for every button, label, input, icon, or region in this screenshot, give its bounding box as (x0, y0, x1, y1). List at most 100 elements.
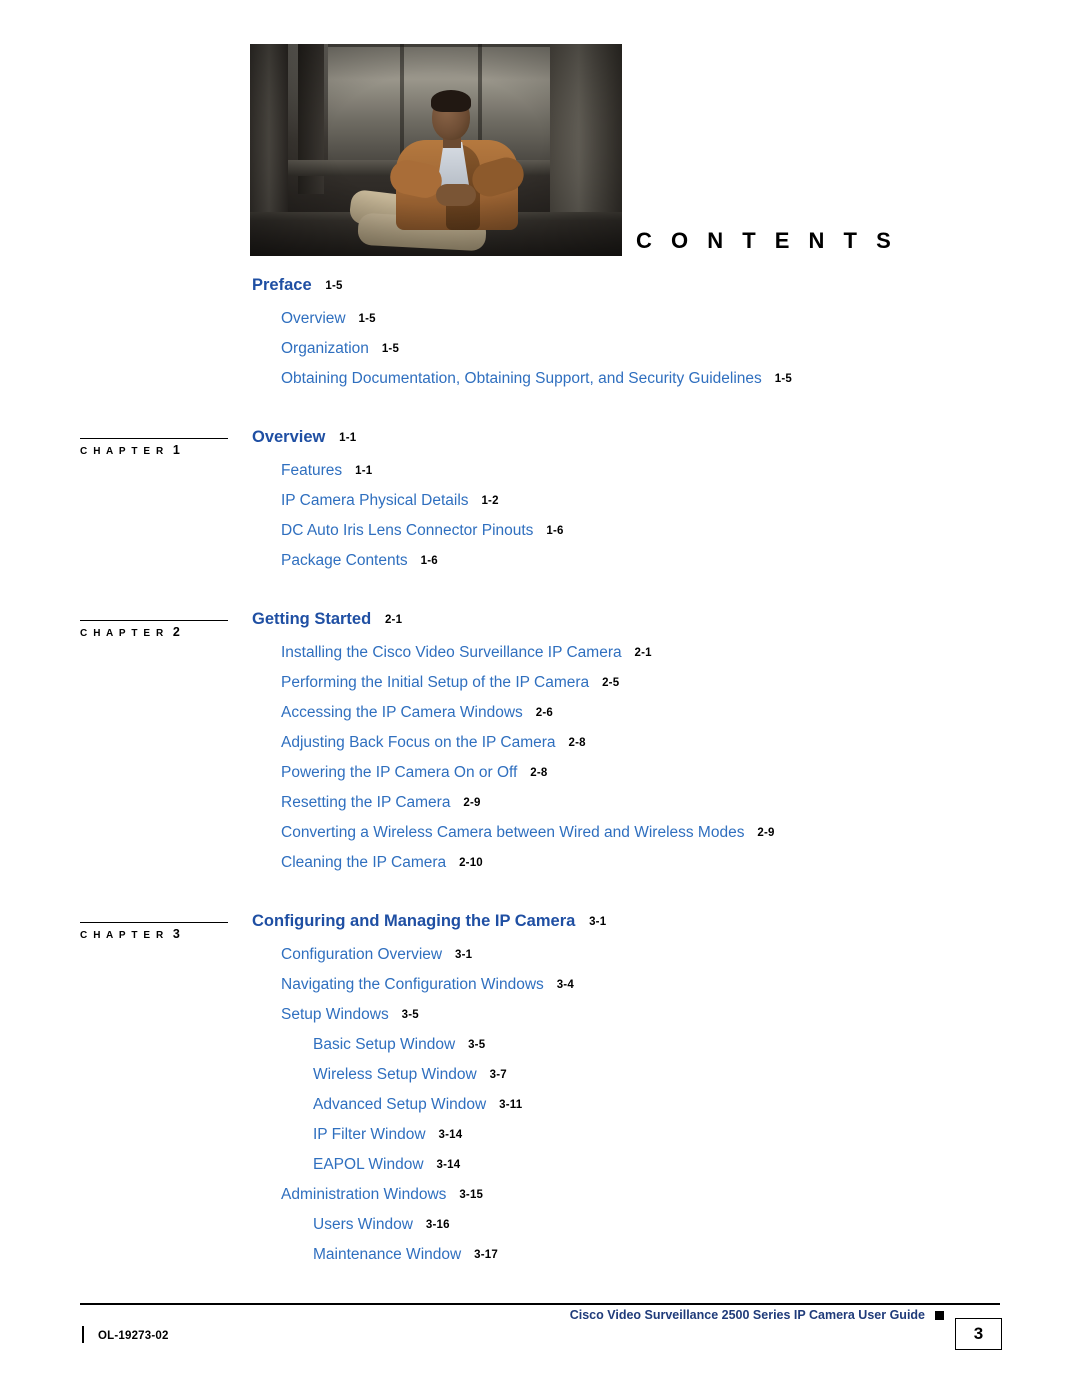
toc-entry[interactable]: Installing the Cisco Video Surveillance … (281, 644, 1080, 662)
toc-entry[interactable]: Package Contents 1-6 (281, 552, 1080, 570)
toc-entry[interactable]: Cleaning the IP Camera 2-10 (281, 854, 1080, 872)
toc-entry[interactable]: Converting a Wireless Camera between Wir… (281, 824, 1080, 842)
toc-entry[interactable]: Maintenance Window 3-17 (313, 1246, 1080, 1264)
toc-entry-label: Navigating the Configuration Windows (281, 976, 544, 993)
toc-entry-spacer (389, 1006, 402, 1023)
toc-entry-spacer (486, 1096, 499, 1113)
toc-entry-label: Wireless Setup Window (313, 1066, 477, 1083)
toc-entry-spacer (424, 1156, 437, 1173)
toc-entry[interactable]: Obtaining Documentation, Obtaining Suppo… (281, 370, 1080, 388)
toc-entry[interactable]: Administration Windows 3-15 (281, 1186, 1080, 1204)
toc-entry-label: Users Window (313, 1216, 413, 1233)
toc-entry-spacer (413, 1216, 426, 1233)
toc-entry[interactable]: IP Filter Window 3-14 (313, 1126, 1080, 1144)
toc-chapter-entry[interactable]: Configuring and Managing the IP Camera 3… (252, 912, 1080, 931)
toc-entry-page: 3-15 (459, 1189, 484, 1201)
toc-chapter-entry[interactable]: Getting Started 2-1 (252, 610, 1080, 629)
toc-entry-spacer (575, 912, 589, 930)
toc-chapter-entry[interactable]: Overview 1-1 (252, 428, 1080, 447)
toc-entry-page: 1-2 (481, 495, 499, 507)
toc-entry[interactable]: Performing the Initial Setup of the IP C… (281, 674, 1080, 692)
toc-chapter-entry[interactable]: Preface 1-5 (252, 276, 1080, 295)
toc-entry-label: Overview (252, 428, 326, 446)
toc-entry-page: 1-1 (339, 432, 357, 444)
toc-entry[interactable]: Resetting the IP Camera 2-9 (281, 794, 1080, 812)
chapter-marker-label: C H A P T E R (80, 930, 165, 941)
toc-entry[interactable]: IP Camera Physical Details 1-2 (281, 492, 1080, 510)
toc-entry-spacer (544, 976, 557, 993)
chapter-marker-label: C H A P T E R (80, 446, 165, 457)
toc-entry-label: Performing the Initial Setup of the IP C… (281, 674, 590, 691)
toc-entry-page: 3-5 (468, 1039, 486, 1051)
toc-entry-page: 2-8 (568, 737, 586, 749)
toc-entry-label: Package Contents (281, 552, 408, 569)
toc-entry-page: 1-5 (358, 313, 376, 325)
toc-entry-label: Converting a Wireless Camera between Wir… (281, 824, 745, 841)
toc-entry-label: Installing the Cisco Video Surveillance … (281, 644, 622, 661)
toc-entry-spacer (426, 1126, 439, 1143)
toc-entry[interactable]: Basic Setup Window 3-5 (313, 1036, 1080, 1054)
toc-entry-page: 1-1 (355, 465, 373, 477)
toc-entry-label: Basic Setup Window (313, 1036, 456, 1053)
toc-entry-label: IP Filter Window (313, 1126, 426, 1143)
toc-entry[interactable]: Advanced Setup Window 3-11 (313, 1096, 1080, 1114)
toc-entry-spacer (455, 1036, 468, 1053)
toc-entry[interactable]: Setup Windows 3-5 (281, 1006, 1080, 1024)
toc-entry-spacer (446, 854, 459, 871)
toc-entry[interactable]: DC Auto Iris Lens Connector Pinouts 1-6 (281, 522, 1080, 540)
toc-entry-page: 1-5 (774, 373, 792, 385)
chapter-marker: C H A P T E R 1 (80, 438, 228, 457)
toc-entry-spacer (450, 794, 463, 811)
toc-entry-label: Configuring and Managing the IP Camera (252, 912, 576, 930)
toc-entry-page: 3-16 (425, 1219, 450, 1231)
footer-marker (935, 1311, 944, 1320)
toc-entry[interactable]: Overview 1-5 (281, 310, 1080, 328)
footer-document-id: OL-19273-02 (98, 1330, 169, 1342)
toc-entry-label: Maintenance Window (313, 1246, 462, 1263)
toc-entry-label: Obtaining Documentation, Obtaining Suppo… (281, 370, 762, 387)
toc-entry-label: Configuration Overview (281, 946, 443, 963)
toc-entry-page: 3-14 (436, 1159, 461, 1171)
toc-entry-spacer (346, 310, 359, 327)
toc-entry-label: Getting Started (252, 610, 372, 628)
toc-entry-label: Adjusting Back Focus on the IP Camera (281, 734, 556, 751)
toc-entry-label: Administration Windows (281, 1186, 447, 1203)
toc-entry[interactable]: Features 1-1 (281, 462, 1080, 480)
toc-entry-page: 1-5 (325, 280, 343, 292)
toc-entry-spacer (369, 340, 382, 357)
toc-entry-page: 3-4 (556, 979, 574, 991)
toc-entry-page: 1-6 (546, 525, 564, 537)
toc-entry[interactable]: Configuration Overview 3-1 (281, 946, 1080, 964)
toc-entry[interactable]: Powering the IP Camera On or Off 2-8 (281, 764, 1080, 782)
toc-entry-spacer (442, 946, 455, 963)
toc-entry[interactable]: Navigating the Configuration Windows 3-4 (281, 976, 1080, 994)
toc-entry-spacer (446, 1186, 459, 1203)
table-of-contents: Preface 1-5 Overview 1-5 Organization 1-5 O… (0, 276, 1080, 1264)
toc-entry-page: 2-10 (459, 857, 483, 869)
footer-tick (82, 1326, 84, 1343)
toc-entry-spacer (523, 704, 536, 721)
toc-entry-spacer (477, 1066, 490, 1083)
photo-vignette (250, 44, 622, 256)
page-title: C O N T E N T S (636, 228, 898, 253)
toc-entry-spacer (517, 764, 530, 781)
toc-entry-page: 2-6 (535, 707, 553, 719)
toc-entry-spacer (533, 522, 546, 539)
toc-entry-spacer (589, 674, 602, 691)
toc-entry[interactable]: Organization 1-5 (281, 340, 1080, 358)
toc-entry-spacer (469, 492, 482, 509)
toc-entry[interactable]: Users Window 3-16 (313, 1216, 1080, 1234)
toc-entry-spacer (556, 734, 569, 751)
toc-entry-spacer (312, 276, 326, 294)
toc-entry[interactable]: Wireless Setup Window 3-7 (313, 1066, 1080, 1084)
chapter-marker-number: 1 (172, 443, 180, 457)
chapter-marker-label: C H A P T E R (80, 628, 165, 639)
toc-entry[interactable]: EAPOL Window 3-14 (313, 1156, 1080, 1174)
toc-entry-page: 3-14 (438, 1129, 463, 1141)
toc-entry[interactable]: Accessing the IP Camera Windows 2-6 (281, 704, 1080, 722)
toc-entry-page: 2-1 (634, 647, 652, 659)
toc-entry-page: 2-9 (757, 827, 775, 839)
toc-entry[interactable]: Adjusting Back Focus on the IP Camera 2-… (281, 734, 1080, 752)
toc-entry-label: IP Camera Physical Details (281, 492, 469, 509)
cover-photo (250, 44, 622, 256)
